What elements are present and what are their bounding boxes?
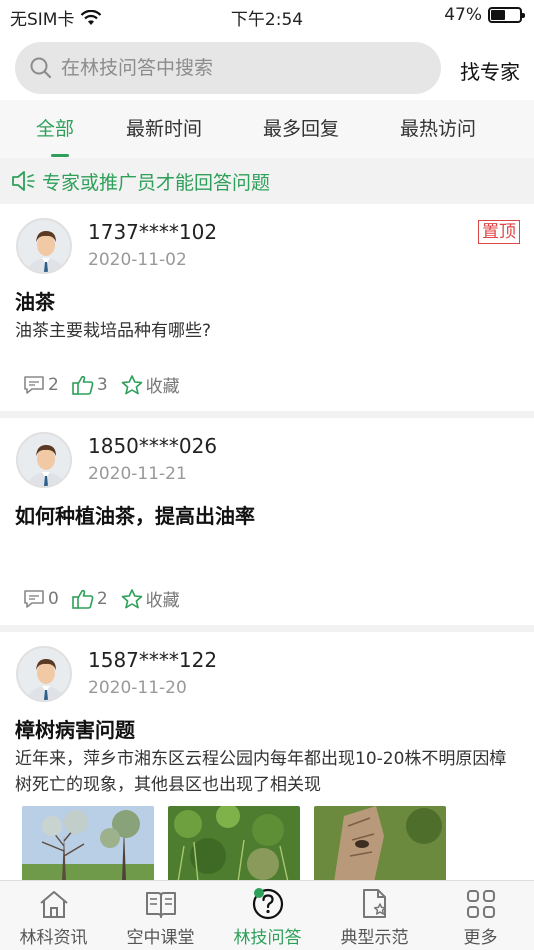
status-bar: 无SIM卡 下午2:54 47% [0,0,534,32]
notice-bar: 专家或推广员才能回答问题 [0,158,534,204]
tab-most-replies[interactable]: 最多回复 [263,114,339,141]
tabbar-item-qa[interactable]: 林技问答 [214,887,321,948]
user-name: 1850****026 [88,434,218,458]
post-date: 2020-11-21 [88,464,187,484]
question-title[interactable]: 油茶 [15,286,55,315]
question-image[interactable] [22,806,154,882]
home-icon [39,891,68,918]
question-card[interactable]: 1587****122 2020-11-20 樟树病害问题 近年来，萍乡市湘东区… [0,632,534,882]
avatar[interactable] [16,432,72,488]
search-icon [30,57,52,79]
active-tab-indicator [51,154,69,157]
notice-text: 专家或推广员才能回答问题 [42,171,271,194]
pinned-badge: 置顶 [478,220,520,244]
search-input[interactable] [61,57,401,79]
bottom-tab-bar: 林科资讯 空中课堂 林技问答 典型示范 更多 [0,880,534,950]
question-body: 油茶主要栽培品种有哪些? [15,321,212,341]
question-card[interactable]: 1850****026 2020-11-21 如何种植油茶，提高出油率 0 2 … [0,418,534,625]
question-title[interactable]: 樟树病害问题 [15,714,135,743]
comment-count[interactable]: 0 [22,588,59,610]
search-box[interactable] [15,42,441,94]
search-row: 找专家 [0,32,534,100]
user-avatar-icon [26,231,66,272]
tabbar-item-more[interactable]: 更多 [427,887,534,948]
post-date: 2020-11-02 [88,250,187,270]
comment-icon [24,375,44,394]
question-images [22,806,446,882]
question-body: 近年来，萍乡市湘东区云程公园内每年都出现10-20株不明原因樟树死亡的现象，其他… [15,749,507,795]
thumbs-up-icon [72,589,94,609]
comment-count[interactable]: 2 [22,374,59,396]
book-icon [145,892,176,918]
star-icon [121,374,142,394]
user-name: 1587****122 [88,648,218,672]
user-avatar-icon [26,659,66,700]
user-name: 1737****102 [88,220,218,244]
like-count[interactable]: 2 [71,588,108,610]
battery-percent: 47% [444,5,482,25]
find-expert-button[interactable]: 找专家 [460,56,520,85]
thumbs-up-icon [72,375,94,395]
tree-photo-image [22,806,154,882]
star-icon [121,588,142,608]
question-image[interactable] [168,806,300,882]
trunk-photo-image [314,806,446,882]
speaker-icon [12,171,35,191]
tab-hottest[interactable]: 最热访问 [400,114,476,141]
user-avatar-icon [26,445,66,486]
status-right: 47% [444,5,525,25]
favorite-button[interactable]: 收藏 [120,586,180,611]
document-star-icon [362,889,386,918]
grid-icon [466,890,495,918]
question-icon [252,888,283,920]
avatar[interactable] [16,646,72,702]
like-count[interactable]: 3 [71,374,108,396]
tab-all[interactable]: 全部 [36,114,74,141]
question-title[interactable]: 如何种植油茶，提高出油率 [15,500,255,529]
post-date: 2020-11-20 [88,678,187,698]
battery-icon [488,7,525,23]
avatar[interactable] [16,218,72,274]
tabbar-item-news[interactable]: 林科资讯 [0,887,107,948]
comment-icon [24,589,44,608]
question-card[interactable]: 1737****102 2020-11-02 置顶 油茶 油茶主要栽培品种有哪些… [0,204,534,411]
favorite-button[interactable]: 收藏 [120,372,180,397]
tab-latest[interactable]: 最新时间 [126,114,202,141]
tabbar-item-demo[interactable]: 典型示范 [321,887,428,948]
grass-photo-image [168,806,300,882]
question-stats: 2 3 收藏 [22,372,192,397]
filter-tabs: 全部 最新时间 最多回复 最热访问 [0,100,534,158]
question-stats: 0 2 收藏 [22,586,192,611]
question-image[interactable] [314,806,446,882]
tabbar-item-classroom[interactable]: 空中课堂 [107,887,214,948]
